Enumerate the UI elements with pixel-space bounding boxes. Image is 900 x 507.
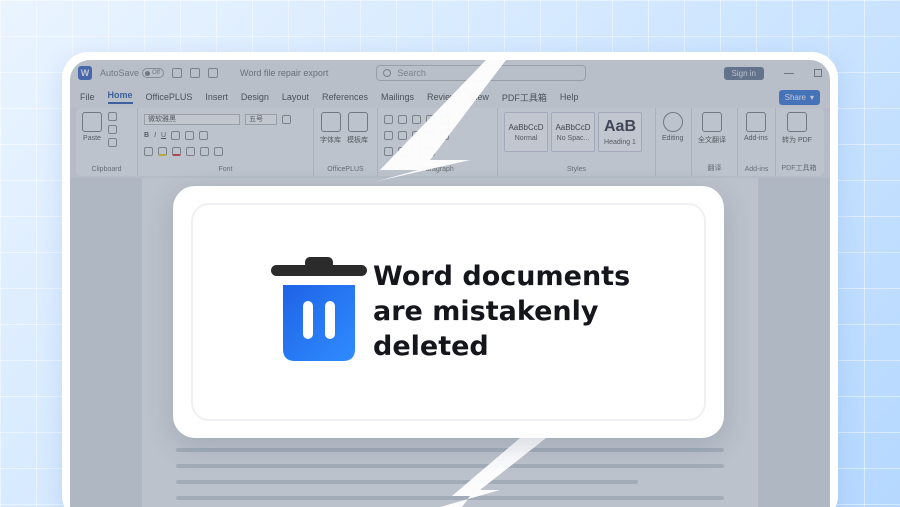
alert-message: Word documents are mistakenly deleted (373, 261, 631, 362)
alert-card-inner: Word documents are mistakenly deleted (191, 203, 706, 421)
trash-icon (271, 257, 367, 361)
alert-card: Word documents are mistakenly deleted (173, 186, 724, 438)
